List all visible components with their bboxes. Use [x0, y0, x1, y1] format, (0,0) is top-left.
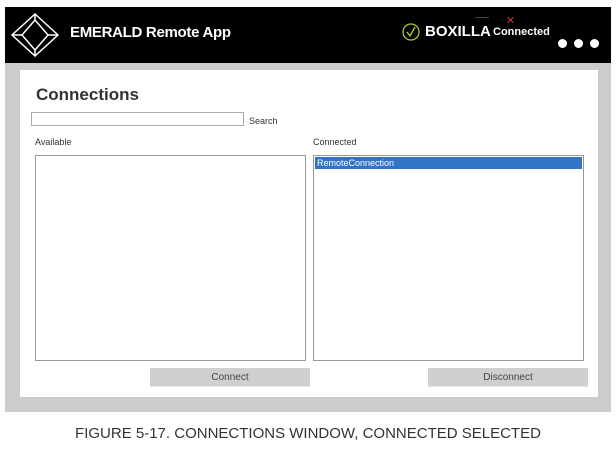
search-input[interactable] — [31, 112, 244, 126]
connections-panel: Connections Search Available Connected R… — [20, 70, 598, 397]
logo-icon — [10, 12, 60, 58]
connection-status: Connected — [493, 26, 550, 38]
boxilla-label: BOXILLA — [425, 23, 491, 40]
close-icon[interactable]: ✕ — [506, 14, 515, 27]
app-window: EMERALD Remote App BOXILLA Connected ✕ C… — [5, 7, 611, 412]
page-title: Connections — [36, 85, 139, 104]
figure-caption: FIGURE 5-17. CONNECTIONS WINDOW, CONNECT… — [75, 425, 541, 442]
header-bar: EMERALD Remote App BOXILLA Connected ✕ — [5, 7, 611, 63]
check-circle-icon — [402, 23, 420, 41]
available-label: Available — [35, 137, 72, 147]
app-title: EMERALD Remote App — [70, 24, 231, 41]
available-list[interactable] — [35, 155, 306, 361]
list-item-selected[interactable]: RemoteConnection — [315, 157, 582, 169]
search-label: Search — [249, 116, 278, 126]
disconnect-button[interactable]: Disconnect — [428, 368, 588, 387]
connect-button[interactable]: Connect — [150, 368, 310, 387]
connected-list[interactable]: RemoteConnection — [313, 155, 584, 361]
more-dots-icon[interactable] — [558, 39, 599, 48]
minimize-icon[interactable] — [475, 17, 489, 18]
connected-label: Connected — [313, 137, 357, 147]
